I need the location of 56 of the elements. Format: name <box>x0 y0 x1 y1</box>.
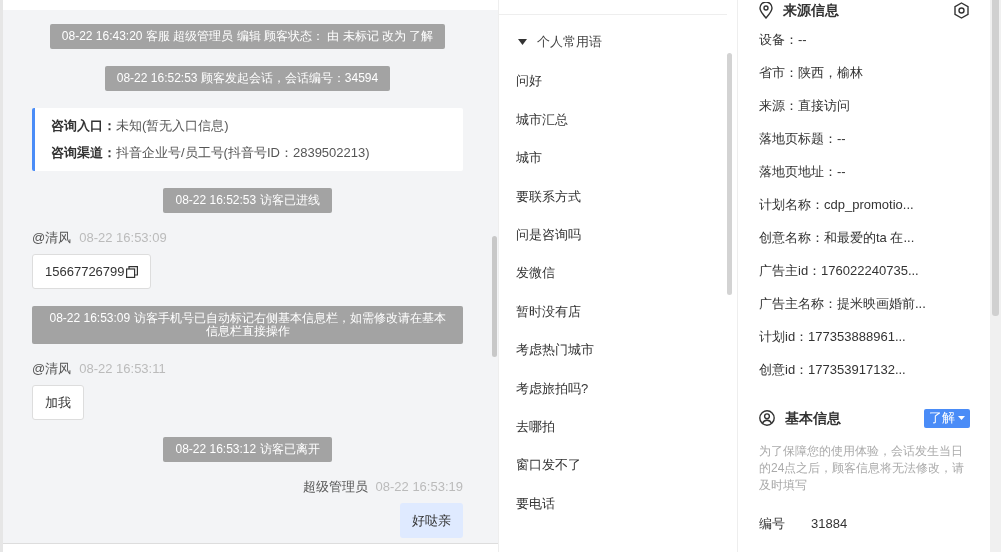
source-field: 省市：陕西，榆林 <box>759 56 970 89</box>
field-label: 编号 <box>759 515 785 533</box>
phrase-item[interactable]: 发微信 <box>499 253 727 293</box>
phrase-item[interactable]: 问好 <box>499 62 727 101</box>
source-field: 落地页地址：-- <box>759 155 970 188</box>
system-message: 08-22 16:53:12 访客已离开 <box>163 437 332 462</box>
message-time: 08-22 16:53:19 <box>375 479 463 495</box>
user-icon <box>759 410 775 426</box>
phrase-item[interactable]: 考虑旅拍吗? <box>499 369 727 408</box>
message-text: 15667726799 <box>45 262 125 281</box>
info-value: 未知(暂无入口信息) <box>116 117 229 135</box>
phrase-item[interactable]: 要联系方式 <box>499 177 727 216</box>
system-message: 08-22 16:53:09 访客手机号已自动标记右侧基本信息栏，如需修改请在基本信息栏直接操作 <box>32 306 463 344</box>
source-field: 广告主名称：提米映画婚前... <box>759 287 970 320</box>
message-time: 08-22 16:53:11 <box>79 361 166 377</box>
caret-icon <box>518 39 527 45</box>
phrase-item[interactable]: 去哪拍 <box>499 407 727 446</box>
phrase-item[interactable]: 暂时没有店 <box>499 292 727 331</box>
phrase-group-toggle[interactable]: 个人常用语 <box>499 32 727 52</box>
scrollbar-thumb[interactable] <box>492 236 497 357</box>
phrase-item[interactable]: 要电话 <box>499 484 727 523</box>
copy-icon[interactable] <box>125 265 138 278</box>
sender-name: @清风 <box>32 230 72 246</box>
settings-icon[interactable] <box>953 1 970 19</box>
source-field: 创意名称：和最爱的ta 在... <box>759 221 970 254</box>
section-title: 来源信息 <box>783 0 840 20</box>
phrase-item[interactable]: 城市汇总 <box>499 100 727 139</box>
phrase-item[interactable]: 考虑热门城市 <box>499 330 727 370</box>
info-label: 咨询入口： <box>51 117 116 135</box>
caret-icon <box>958 416 965 420</box>
scrollbar-thumb[interactable] <box>992 0 999 316</box>
source-field: 落地页标题：-- <box>759 122 970 155</box>
message-text: 加我 <box>45 393 71 412</box>
sender-name: 超级管理员 <box>302 479 368 495</box>
source-field: 计划名称：cdp_promotio... <box>759 188 970 221</box>
source-field: 创意id：177353917132... <box>759 353 970 386</box>
system-message: 08-22 16:52:53 顾客发起会话，会话编号：34594 <box>104 66 391 91</box>
source-field: 设备：-- <box>759 23 970 56</box>
info-label: 咨询渠道： <box>51 144 116 162</box>
notice-text: 为了保障您的使用体验，会话发生当日的24点之后，顾客信息将无法修改，请及时填写 <box>759 443 966 494</box>
field-value: 31884 <box>811 515 848 533</box>
info-value: 抖音企业号/员工号(抖音号ID：2839502213) <box>116 144 370 162</box>
source-field: 广告主id：176022240735... <box>759 254 970 287</box>
phrase-item[interactable]: 窗口发不了 <box>499 445 727 485</box>
phrase-item[interactable]: 问是咨询吗 <box>499 215 727 254</box>
source-field: 来源：直接访问 <box>759 89 970 122</box>
message-bubble: 好哒亲 <box>400 503 463 538</box>
section-title: 基本信息 <box>785 408 842 428</box>
scrollbar-thumb[interactable] <box>727 53 732 295</box>
system-message: 08-22 16:43:20 客服 超级管理员 编辑 顾客状态： 由 未标记 改为 了解 <box>49 24 446 49</box>
message-time: 08-22 16:53:09 <box>79 230 167 246</box>
location-pin-icon <box>759 1 773 19</box>
source-field: 计划id：177353888961... <box>759 320 970 353</box>
sender-name: @清风 <box>32 361 72 377</box>
phrase-item[interactable]: 城市 <box>499 138 727 178</box>
system-message: 08-22 16:52:53 访客已进线 <box>163 188 332 213</box>
